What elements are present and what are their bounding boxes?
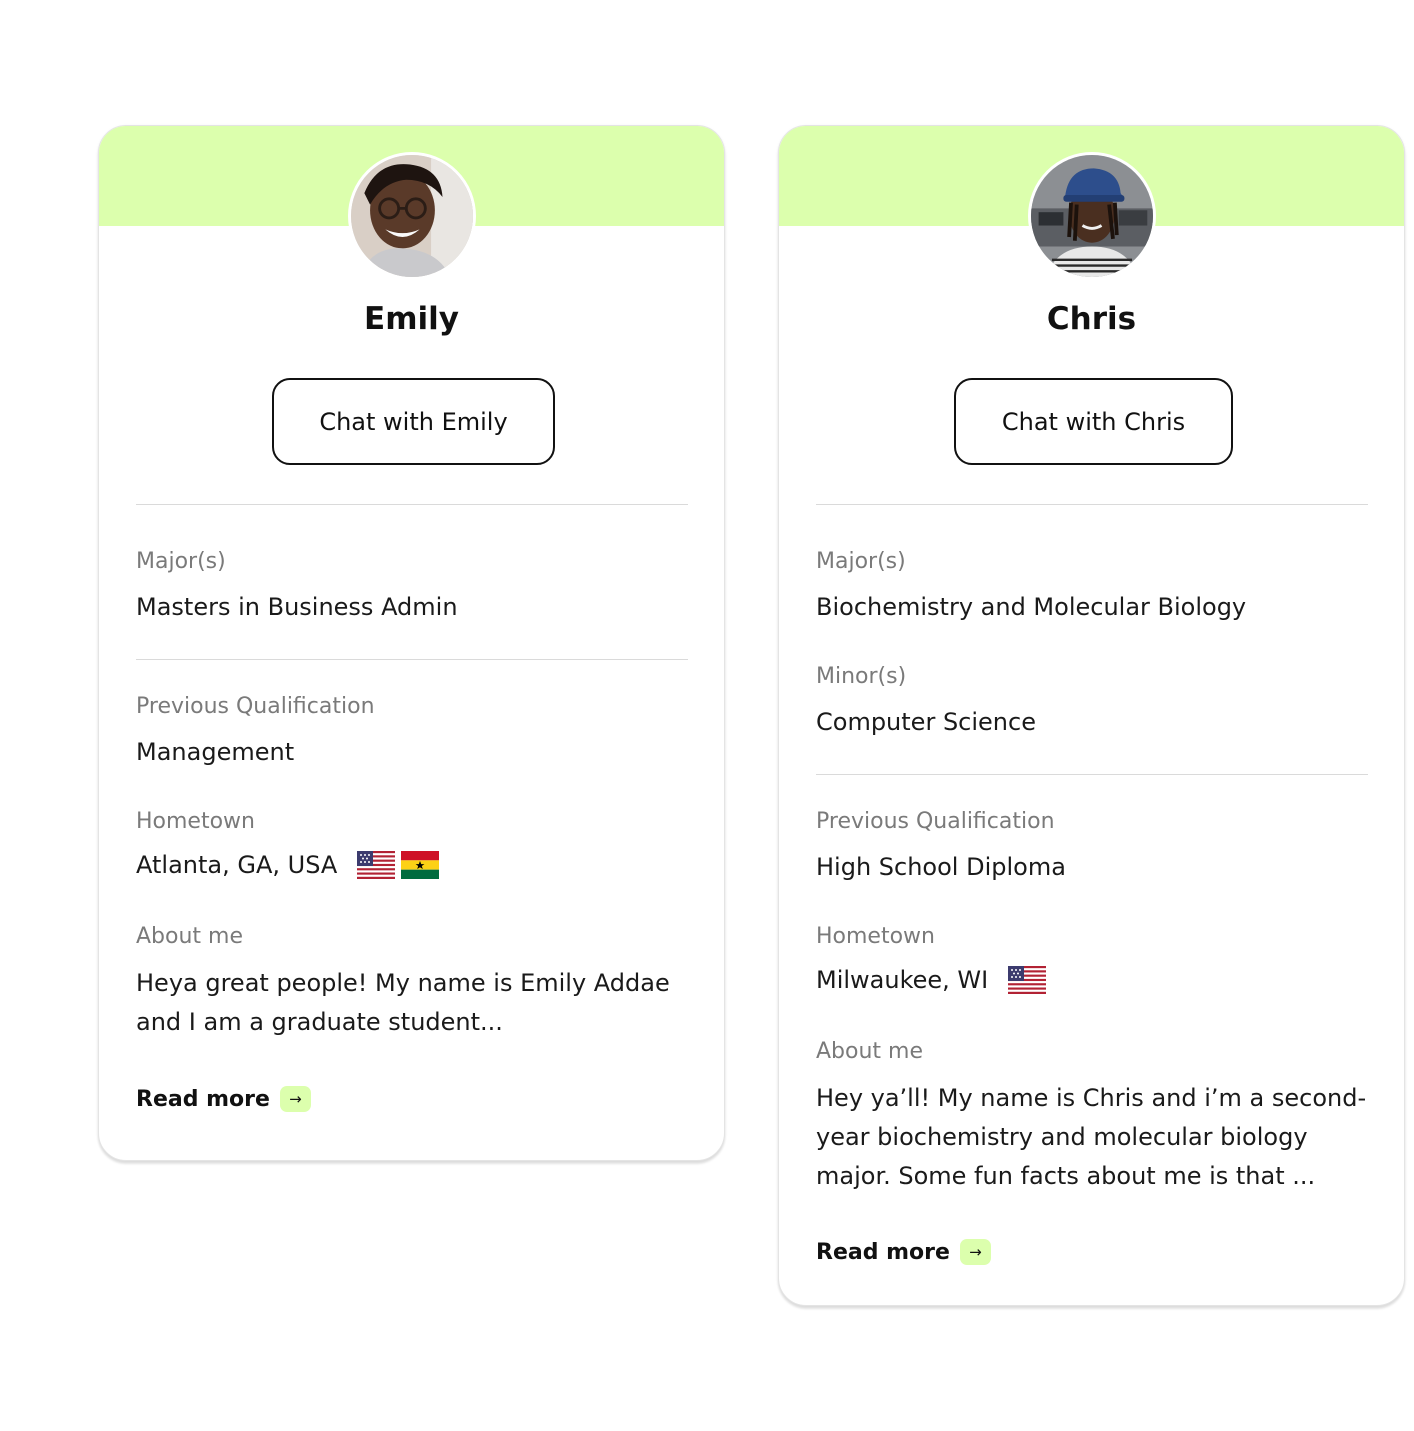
usa-flag-icon bbox=[1008, 966, 1047, 994]
read-more-label: Read more bbox=[136, 1086, 270, 1112]
about-me-text: Hey ya’ll! My name is Chris and i’m a se… bbox=[816, 1084, 1367, 1190]
profile-card-emily: Emily Chat with Emily Major(s) Masters i… bbox=[98, 125, 725, 1161]
previous-qualification-value: Management bbox=[136, 738, 295, 766]
about-me-label: About me bbox=[136, 924, 244, 949]
minor-value: Computer Science bbox=[816, 708, 1036, 736]
usa-flag-icon bbox=[357, 851, 396, 879]
divider bbox=[136, 504, 688, 505]
about-me-text: Heya great people! My name is Emily Adda… bbox=[136, 969, 670, 1036]
avatar-chris-photo bbox=[1030, 155, 1153, 277]
hometown-label: Hometown bbox=[136, 809, 255, 834]
arrow-right-icon: → bbox=[959, 1239, 991, 1265]
major-label: Major(s) bbox=[136, 549, 226, 574]
hometown-label: Hometown bbox=[816, 924, 935, 949]
ghana-flag-icon bbox=[401, 851, 440, 879]
profile-card-chris: Chris Chat with Chris Major(s) Biochemis… bbox=[778, 125, 1405, 1306]
read-more-link[interactable]: Read more → bbox=[816, 1239, 991, 1265]
major-value: Biochemistry and Molecular Biology bbox=[816, 593, 1247, 621]
minor-label: Minor(s) bbox=[816, 664, 907, 689]
major-value: Masters in Business Admin bbox=[136, 593, 458, 621]
divider bbox=[816, 774, 1368, 775]
hometown-row: Milwaukee, WI bbox=[816, 966, 1047, 994]
hometown-value: Milwaukee, WI bbox=[816, 966, 989, 994]
about-me-label: About me bbox=[816, 1039, 924, 1064]
read-more-label: Read more bbox=[816, 1239, 950, 1265]
arrow-right-icon: → bbox=[279, 1086, 311, 1112]
major-label: Major(s) bbox=[816, 549, 906, 574]
avatar-chris bbox=[1027, 152, 1156, 280]
divider bbox=[136, 659, 688, 660]
previous-qualification-label: Previous Qualification bbox=[136, 694, 375, 719]
avatar-emily-photo bbox=[350, 155, 473, 277]
profile-name: Emily bbox=[364, 301, 459, 337]
divider bbox=[816, 504, 1368, 505]
hometown-value: Atlanta, GA, USA bbox=[136, 851, 338, 879]
hometown-row: Atlanta, GA, USA bbox=[136, 851, 440, 879]
previous-qualification-label: Previous Qualification bbox=[816, 809, 1055, 834]
avatar-emily bbox=[347, 152, 476, 280]
previous-qualification-value: High School Diploma bbox=[816, 853, 1066, 881]
read-more-link[interactable]: Read more → bbox=[136, 1086, 311, 1112]
chat-with-chris-button[interactable]: Chat with Chris bbox=[954, 378, 1233, 465]
profile-name: Chris bbox=[1046, 301, 1137, 337]
chat-with-emily-button[interactable]: Chat with Emily bbox=[272, 378, 555, 465]
